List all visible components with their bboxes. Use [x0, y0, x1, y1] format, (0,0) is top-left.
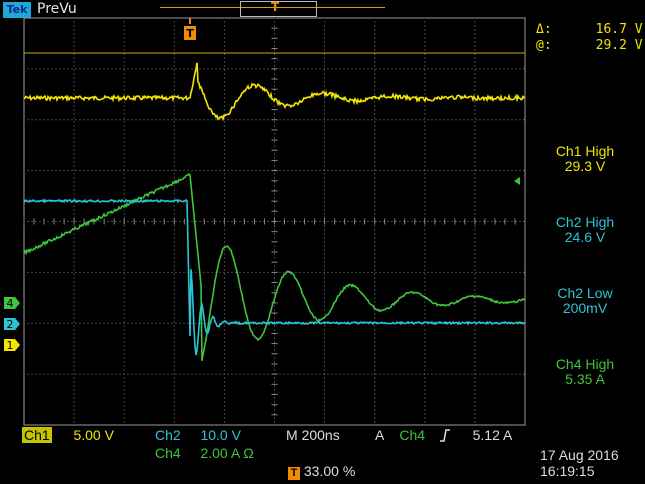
ch2-scale[interactable]: Ch2 10.0 V [155, 427, 241, 443]
at-value: 29.2 V [595, 38, 643, 53]
measurement-ch1-high: Ch1 High 29.3 V [555, 143, 615, 174]
trigger-setting[interactable]: A Ch4 5.12 A [375, 427, 512, 443]
at-label: @: [536, 38, 552, 53]
trigger-position[interactable]: T 33.00 % [288, 463, 355, 480]
ch2-marker: 2 [4, 318, 20, 331]
trigger-mode: A [375, 427, 384, 443]
ch1-marker: 1 [4, 339, 20, 352]
trigger-position-value: 33.00 % [303, 463, 356, 479]
svg-text:1: 1 [7, 339, 14, 352]
ch4-label: Ch4 [155, 445, 181, 461]
measurement-ch4-high: Ch4 High 5.35 A [555, 356, 615, 387]
timebase-label: M [286, 427, 298, 443]
timebase[interactable]: M 200ns [286, 427, 340, 443]
trigger-t-icon: T [288, 467, 300, 480]
delta-value: 16.7 V [595, 22, 643, 37]
trigger-level-arrow [514, 177, 520, 185]
trigger-level: 5.12 A [472, 427, 513, 443]
timebase-value: 200ns [301, 427, 340, 443]
ch1-value: 5.00 V [73, 427, 114, 443]
ch1-scale[interactable]: Ch1 5.00 V [22, 427, 114, 443]
ch1-trace [23, 62, 526, 122]
time-display: 16:19:15 [540, 463, 595, 479]
ch4-scale[interactable]: Ch4 2.00 A Ω [155, 445, 254, 461]
delta-label: Δ: [536, 22, 552, 37]
measurement-ch2-high: Ch2 High 24.6 V [555, 214, 615, 245]
ch1-label: Ch1 [22, 427, 52, 443]
ch2-value: 10.0 V [200, 427, 241, 443]
ch4-value: 2.00 A Ω [200, 445, 254, 461]
rising-edge-icon [439, 429, 450, 442]
ch2-label: Ch2 [155, 427, 181, 443]
graticule-grid [23, 17, 526, 423]
svg-text:2: 2 [7, 318, 14, 331]
date-display: 17 Aug 2016 [540, 447, 619, 463]
ch4-marker: 4 [4, 297, 20, 310]
svg-text:4: 4 [7, 297, 14, 310]
waveform-traces [23, 62, 526, 362]
measurement-ch2-low: Ch2 Low 200mV [557, 285, 613, 316]
svg-text:T: T [186, 27, 194, 40]
trigger-channel: Ch4 [399, 427, 426, 443]
cursor-readout: Δ: 16.7 V @: 29.2 V [536, 22, 643, 54]
